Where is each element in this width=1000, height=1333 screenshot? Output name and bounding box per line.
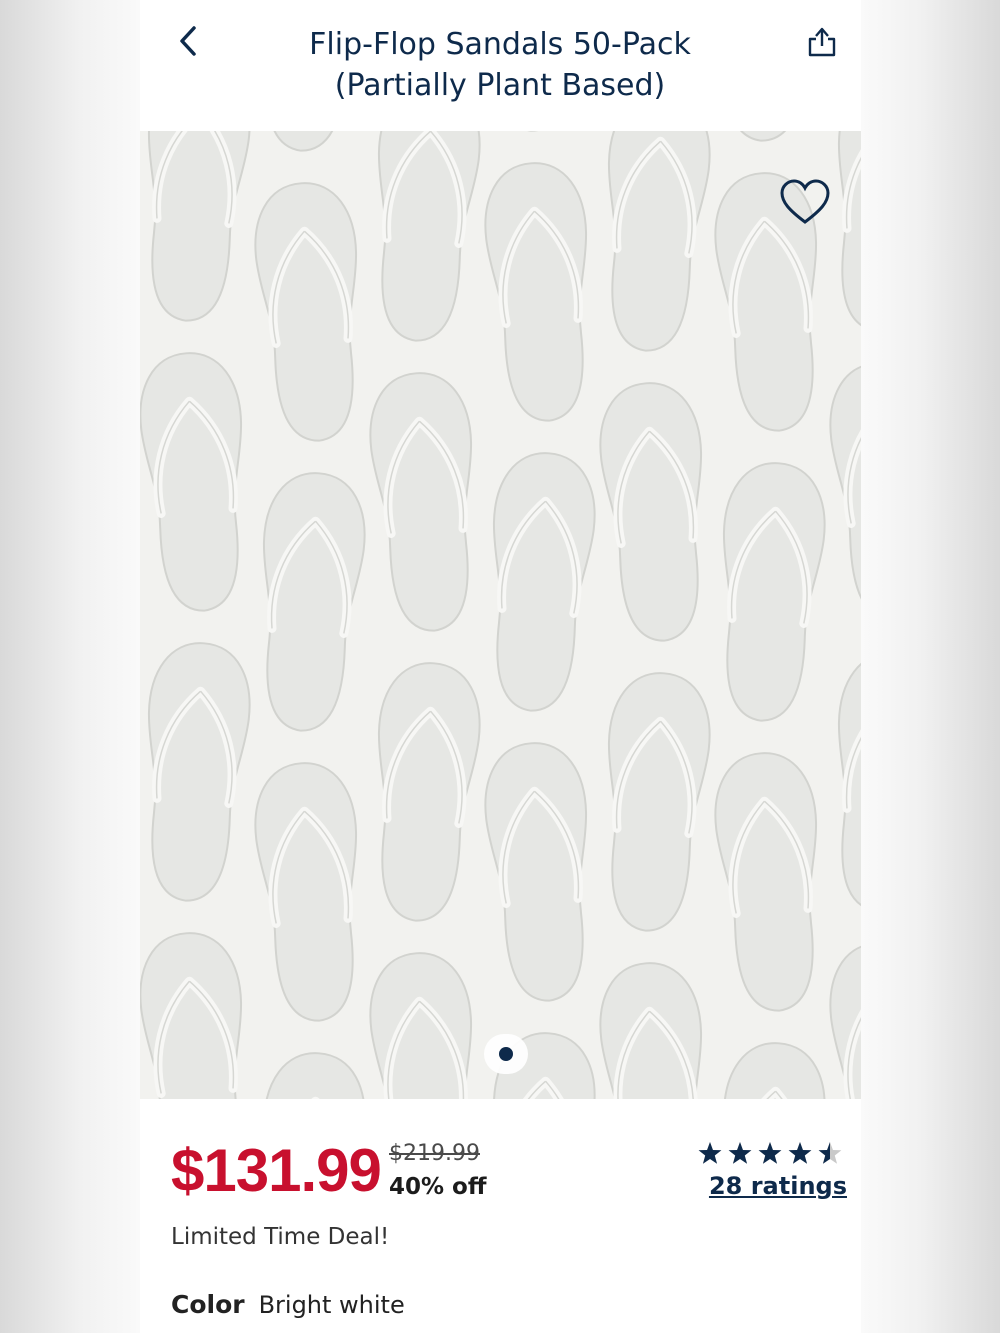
product-image-carousel[interactable] — [140, 131, 861, 1099]
sandal-shape — [714, 752, 818, 1012]
sandal-shape — [492, 131, 596, 132]
star-filled-icon — [788, 1142, 812, 1164]
star-filled-icon — [758, 1142, 782, 1164]
sandal-shape — [607, 131, 711, 352]
sandal-shape — [140, 932, 243, 1099]
color-label: Color — [171, 1290, 245, 1319]
sandal-shape — [262, 472, 366, 732]
sandal-shape — [377, 662, 481, 922]
sandal-shape — [599, 962, 703, 1099]
sandal-shape — [369, 952, 473, 1099]
carousel-dot-active[interactable] — [499, 1047, 513, 1061]
sandal-shape — [140, 352, 243, 612]
sandal-shape — [147, 642, 251, 902]
sandal-shape — [254, 762, 358, 1022]
sandal-shape — [599, 382, 703, 642]
sandal-shape — [722, 462, 826, 722]
sandal-shape — [492, 452, 596, 712]
discount-label: 40% off — [389, 1174, 487, 1200]
star-rating[interactable] — [697, 1140, 847, 1168]
sandal-shape — [484, 162, 588, 422]
page-title: Flip-Flop Sandals 50-Pack (Partially Pla… — [250, 24, 750, 106]
chevron-left-icon — [180, 26, 196, 56]
sandal-shape — [262, 1052, 366, 1099]
header: Flip-Flop Sandals 50-Pack (Partially Pla… — [140, 0, 861, 130]
sale-price: $131.99 — [171, 1137, 382, 1204]
carousel-indicator — [484, 1034, 528, 1074]
sandal-shape — [262, 131, 366, 152]
product-page: Flip-Flop Sandals 50-Pack (Partially Pla… — [140, 0, 861, 1333]
price-section: $131.99 $219.99 40% off 28 ratings — [140, 1100, 861, 1220]
sandal-shape — [147, 131, 251, 322]
sandal-shape — [829, 942, 861, 1099]
back-button[interactable] — [170, 20, 210, 64]
ratings-link[interactable]: 28 ratings — [709, 1172, 847, 1200]
sandal-shape — [254, 182, 358, 442]
sandal-shape — [722, 131, 826, 142]
share-button[interactable] — [805, 24, 839, 60]
sandal-shape — [369, 372, 473, 632]
sandal-shape — [484, 742, 588, 1002]
original-price: $219.99 — [389, 1141, 480, 1166]
sandal-shape — [837, 652, 861, 912]
product-image — [140, 131, 861, 1099]
heart-outline-icon — [780, 179, 830, 224]
color-selector: Color Bright white — [171, 1290, 405, 1319]
deal-text: Limited Time Deal! — [171, 1224, 390, 1250]
sandal-shape — [377, 131, 481, 342]
title-line-1: Flip-Flop Sandals 50-Pack — [309, 27, 691, 62]
title-line-2: (Partially Plant Based) — [334, 68, 666, 103]
sandal-shape — [837, 131, 861, 332]
sandal-shape — [829, 362, 861, 622]
favorite-button[interactable] — [779, 179, 831, 227]
share-icon — [808, 27, 836, 57]
star-filled-icon — [728, 1142, 752, 1164]
star-filled-icon — [698, 1142, 722, 1164]
color-value: Bright white — [258, 1291, 405, 1319]
sandal-shape — [607, 672, 711, 932]
sandal-shape — [722, 1042, 826, 1099]
